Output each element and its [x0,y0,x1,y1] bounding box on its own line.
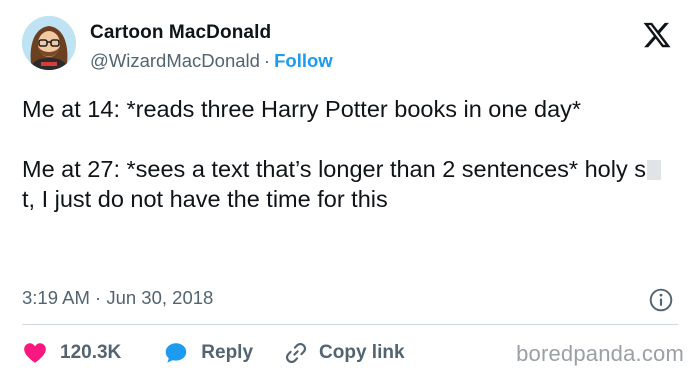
heart-icon [24,343,46,363]
author-handle-line: @WizardMacDonald · Follow [90,50,333,72]
watermark: boredpanda.com [516,341,684,366]
handle-separator: · [263,50,271,71]
x-logo-icon[interactable] [642,20,672,50]
reply-bubble-icon [165,343,187,363]
reply-button[interactable]: Reply [163,340,253,366]
like-button[interactable]: 120.3K [22,340,121,366]
tweet-paragraph-1: Me at 14: *reads three Harry Potter book… [22,96,582,122]
tweet-paragraph-2: Me at 27: *sees a text that’s longer tha… [22,154,672,214]
divider [22,324,678,325]
action-bar: 120.3K Reply Copy link [22,338,405,368]
tweet-timestamp[interactable]: 3:19 AM · Jun 30, 2018 [22,287,213,309]
avatar[interactable] [22,16,76,70]
copy-link-label: Copy link [319,342,405,363]
tweet-text: Me at 14: *reads three Harry Potter book… [22,94,672,214]
cartoon-avatar-icon [22,16,76,70]
tweet-paragraph-2-end: t, I just do not have the time for this [22,186,388,212]
author-name[interactable]: Cartoon MacDonald [90,22,271,44]
copy-link-button[interactable]: Copy link [283,340,405,366]
like-count: 120.3K [60,342,122,363]
tweet-paragraph-2-start: Me at 27: *sees a text that’s longer tha… [22,156,647,182]
tweet-date: Jun 30, 2018 [106,287,214,308]
reply-label: Reply [201,342,254,363]
follow-button[interactable]: Follow [274,50,333,71]
censor-block [647,160,662,180]
tweet-card: Cartoon MacDonald @WizardMacDonald · Follo… [0,0,700,380]
link-icon [285,342,307,364]
meta-separator: · [95,287,102,308]
author-handle[interactable]: @WizardMacDonald [90,50,260,71]
tweet-time: 3:19 AM [22,287,90,308]
info-icon[interactable] [648,287,674,313]
